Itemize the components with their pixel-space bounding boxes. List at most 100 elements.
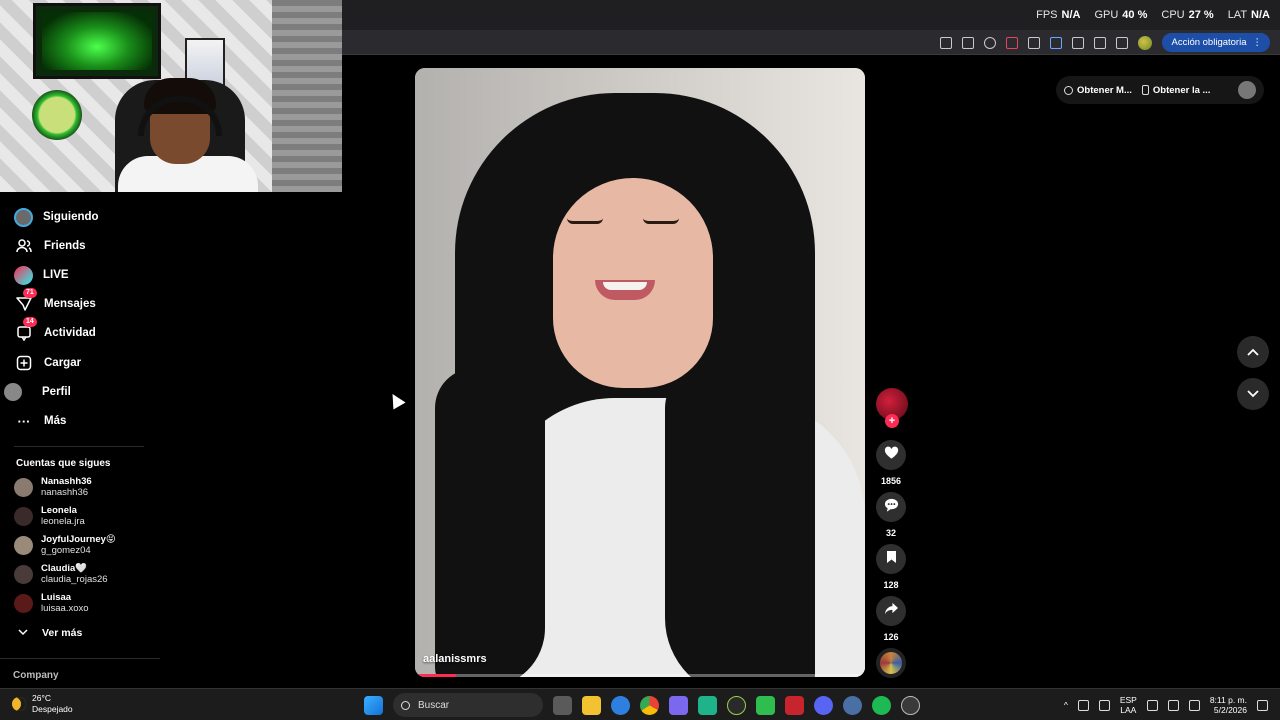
notification-icon[interactable] — [1257, 699, 1268, 711]
discord-icon[interactable] — [814, 695, 833, 715]
sidebar-item-mas[interactable]: ··· Más — [14, 410, 67, 432]
extensions-puzzle-icon[interactable] — [1071, 36, 1084, 49]
account-handle: g_gomez04 — [41, 545, 91, 556]
bookmark-star-icon[interactable] — [983, 36, 996, 49]
sidebar-item-label: Friends — [44, 240, 86, 252]
app-arrow-icon[interactable] — [756, 695, 775, 715]
temperature: 26°C — [32, 693, 51, 703]
search-icon — [401, 700, 410, 710]
app-circle-icon[interactable] — [901, 695, 920, 715]
sidebar-item-mensajes[interactable]: 71 Mensajes — [14, 288, 96, 315]
sidebar-item-label: LIVE — [43, 269, 69, 281]
chrome-icon[interactable] — [640, 695, 659, 715]
sidebar-item-cargar[interactable]: Cargar — [14, 352, 81, 374]
sidebar-item-label: Siguiendo — [43, 211, 99, 223]
volume-icon[interactable] — [1167, 699, 1179, 711]
chevron-up-icon — [1247, 343, 1259, 361]
language-indicator[interactable]: ESP LAA — [1120, 695, 1137, 715]
weather-widget[interactable]: 26°C Despejado — [12, 693, 73, 715]
app-icon — [1064, 85, 1073, 95]
avatar — [14, 477, 33, 497]
following-account[interactable]: Leonela leonela.jra — [14, 505, 85, 527]
messages-badge: 71 — [23, 288, 37, 298]
mouse-cursor-icon — [386, 390, 406, 410]
download-icon[interactable] — [1093, 36, 1106, 49]
sidebar-item-siguiendo[interactable]: Siguiendo — [14, 206, 99, 228]
save-button[interactable] — [876, 544, 906, 574]
extension-red-icon[interactable] — [1005, 36, 1018, 49]
app-green-icon[interactable] — [698, 695, 717, 715]
see-more-button[interactable]: Ver más — [18, 627, 82, 639]
sidebar: Siguiendo Friends LIVE 71 Mensajes 14 Ac… — [0, 192, 160, 687]
live-icon — [14, 265, 33, 285]
video-progress-fill — [415, 674, 456, 677]
windows-start-icon[interactable] — [364, 695, 383, 715]
music-disc-icon[interactable] — [876, 648, 906, 678]
settings-gear-icon[interactable] — [843, 695, 862, 715]
messages-icon: 71 — [14, 288, 37, 314]
performance-stats: FPS N/A GPU 40 % CPU 27 % LAT N/A — [1036, 0, 1270, 30]
chevron-up-icon[interactable]: ^ — [1064, 700, 1068, 710]
sidebar-item-live[interactable]: LIVE — [14, 264, 69, 286]
game-controller-icon[interactable] — [669, 695, 688, 715]
company-link[interactable]: Company — [13, 670, 59, 681]
battery-icon[interactable] — [1188, 699, 1200, 711]
sidebar-item-label: Actividad — [44, 327, 96, 339]
taskbar-search[interactable]: Buscar — [393, 693, 543, 717]
xbox-icon[interactable] — [727, 695, 746, 715]
heart-icon — [884, 446, 899, 465]
media-control-icon[interactable] — [1115, 36, 1128, 49]
like-button[interactable] — [876, 440, 906, 470]
app-blue-icon[interactable] — [611, 695, 630, 715]
next-video-button[interactable] — [1237, 378, 1269, 410]
extension-icon[interactable] — [1027, 36, 1040, 49]
network-icon[interactable] — [1146, 699, 1158, 711]
kebab-menu-icon[interactable]: ⋮ — [1253, 37, 1263, 48]
sync-icon[interactable] — [1077, 699, 1089, 711]
video-player[interactable]: aalanissmrs — [415, 68, 865, 677]
account-handle: luisaa.xoxo — [41, 603, 89, 614]
following-avatar-icon — [14, 207, 33, 227]
account-name: Claudia🤍 — [41, 563, 88, 574]
moon-icon — [12, 697, 26, 711]
following-account[interactable]: JoyfulJourney😝 g_gomez04 — [14, 534, 116, 556]
webcam-overlay — [0, 0, 342, 192]
see-more-label: Ver más — [42, 627, 83, 639]
task-view-icon[interactable] — [553, 695, 572, 715]
follow-plus-button[interactable]: + — [885, 414, 899, 428]
previous-video-button[interactable] — [1237, 336, 1269, 368]
bookmark-icon — [886, 550, 897, 569]
get-app-button[interactable]: Obtener M... — [1064, 85, 1132, 96]
spotify-icon[interactable] — [872, 695, 891, 715]
following-account[interactable]: Luisaa luisaa.xoxo — [14, 592, 89, 614]
search-placeholder: Buscar — [418, 699, 450, 711]
microphone-icon[interactable] — [1098, 699, 1110, 711]
sidebar-item-perfil[interactable]: Perfil — [4, 381, 71, 403]
get-device-app-button[interactable]: Obtener la ... — [1141, 85, 1210, 96]
user-avatar[interactable] — [1238, 81, 1256, 99]
comment-button[interactable] — [876, 492, 906, 522]
required-action-button[interactable]: Acción obligatoria ⋮ — [1161, 33, 1270, 52]
app-red-icon[interactable] — [785, 695, 804, 715]
account-name: JoyfulJourney😝 — [41, 534, 116, 545]
clock[interactable]: 8:11 p. m. 5/2/2026 — [1210, 695, 1247, 715]
video-progress-bar[interactable] — [415, 674, 865, 677]
following-account[interactable]: Claudia🤍 claudia_rojas26 — [14, 563, 108, 585]
video-author-username[interactable]: aalanissmrs — [423, 653, 487, 665]
file-explorer-icon[interactable] — [582, 695, 601, 715]
chevron-down-icon — [1247, 385, 1259, 403]
translate-icon[interactable] — [939, 36, 952, 49]
account-name: Nanashh36 — [41, 476, 92, 487]
share-button[interactable] — [876, 596, 906, 626]
cast-icon[interactable] — [961, 36, 974, 49]
extension-blue-icon[interactable] — [1049, 36, 1062, 49]
comment-icon — [884, 498, 899, 517]
browser-profile-avatar[interactable] — [1137, 35, 1152, 50]
following-section-title: Cuentas que sigues — [16, 458, 111, 469]
sidebar-item-actividad[interactable]: 14 Actividad — [14, 317, 96, 344]
friends-icon — [14, 236, 34, 256]
sidebar-item-label: Perfil — [42, 386, 71, 398]
following-account[interactable]: Nanashh36 nanashh36 — [14, 476, 92, 498]
sidebar-item-friends[interactable]: Friends — [14, 235, 86, 257]
sidebar-divider — [0, 658, 160, 659]
